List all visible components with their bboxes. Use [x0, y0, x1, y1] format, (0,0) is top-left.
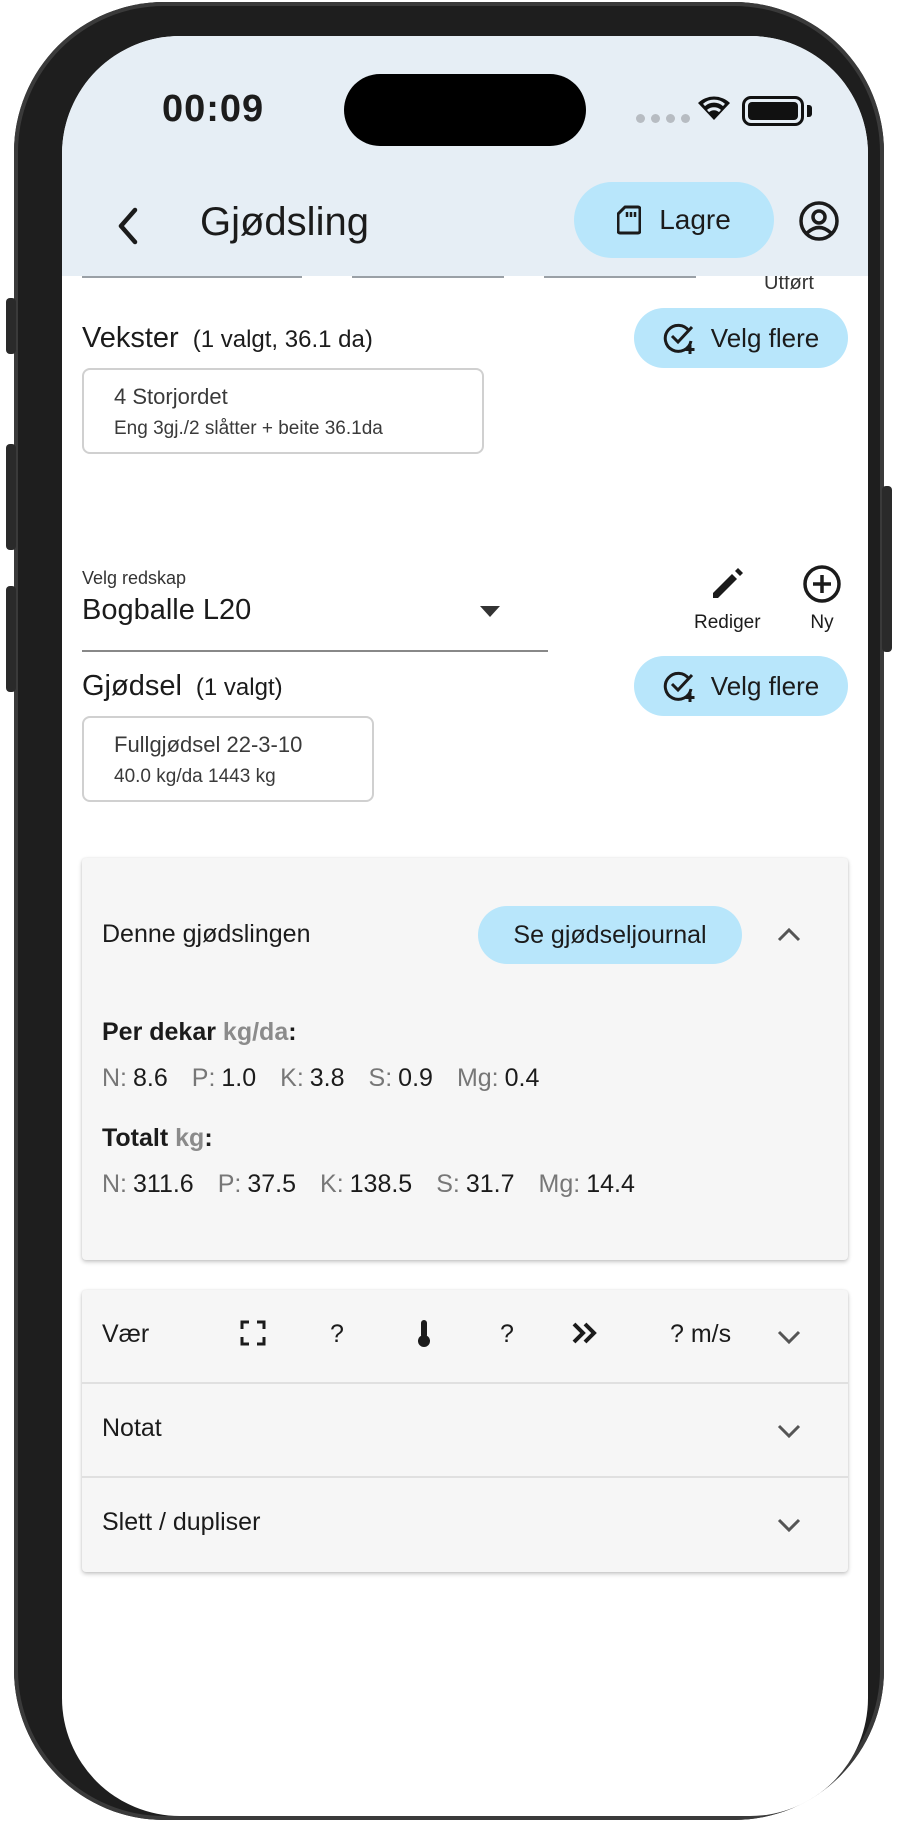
- pencil-icon: [713, 568, 744, 598]
- chevron-down-icon: [777, 1518, 801, 1533]
- gjodsel-chip-name: Fullgjødsel 22-3-10: [114, 732, 303, 757]
- gjodsel-subtitle: (1 valgt): [195, 674, 283, 701]
- nutrient-value: Mg: 0.4: [456, 1064, 540, 1092]
- nutrient-value: P: 1.0: [191, 1064, 257, 1092]
- vekster-chip-name: 4 Storjordet: [114, 384, 228, 409]
- dropdown-arrow-icon[interactable]: [480, 606, 500, 617]
- phone-frame: 00:09 Gjødsling Lagre Utført Vekster (1 …: [6, 2, 892, 1820]
- per-dekar-unit: kg/da: [222, 1018, 289, 1046]
- nutrient-value: Mg: 14.4: [538, 1170, 635, 1198]
- delete-duplicate-label: Slett / dupliser: [102, 1508, 261, 1536]
- save-label: Lagre: [659, 204, 731, 235]
- wifi-icon: [698, 96, 730, 120]
- silent-switch: [6, 298, 16, 354]
- save-button[interactable]: Lagre: [574, 182, 774, 258]
- nutrient-value: N: 311.6: [102, 1170, 194, 1198]
- per-dekar-colon: :: [288, 1018, 297, 1046]
- new-label: Ny: [810, 612, 834, 633]
- battery-cap: [807, 105, 812, 117]
- gjodsel-select-more-label: Velg flere: [710, 670, 820, 701]
- nutrient-value: P: 37.5: [217, 1170, 297, 1198]
- account-circle-icon[interactable]: [798, 200, 840, 242]
- collapse-button[interactable]: [774, 920, 804, 950]
- wind-speed-value: ? m/s: [670, 1320, 732, 1348]
- nutrient-value: N: 8.6: [102, 1064, 168, 1092]
- check-add-icon: [663, 671, 695, 702]
- delete-duplicate-row[interactable]: Slett / dupliser: [82, 1478, 848, 1572]
- partial-field-underline: [82, 276, 302, 278]
- expand-note-button[interactable]: [774, 1416, 804, 1446]
- new-redskap-button[interactable]: Ny: [802, 564, 842, 634]
- chevron-down-icon: [777, 1424, 801, 1439]
- volume-up-button: [6, 444, 16, 550]
- expand-delete-button[interactable]: [774, 1510, 804, 1540]
- vekster-chip-details: Eng 3gj./2 slåtter + beite 36.1da: [114, 418, 383, 439]
- weather-row[interactable]: Vær ? ? ? m/s: [82, 1290, 848, 1384]
- vekster-chip[interactable]: 4 Storjordet Eng 3gj./2 slåtter + beite …: [82, 368, 484, 454]
- screen: 00:09 Gjødsling Lagre Utført Vekster (1 …: [62, 36, 868, 1816]
- cloud-cover-icon: [240, 1320, 266, 1346]
- totalt-unit: kg: [175, 1124, 205, 1152]
- chevron-down-icon: [777, 1330, 801, 1345]
- gjodsel-select-more-button[interactable]: Velg flere: [634, 656, 848, 716]
- chevron-up-icon: [777, 927, 801, 942]
- check-add-icon: [663, 323, 695, 354]
- totalt-values: N: 311.6 P: 37.5 K: 138.5 S: 31.7 Mg: 14.4: [102, 1170, 635, 1199]
- power-button: [882, 486, 892, 652]
- vekster-select-more-button[interactable]: Velg flere: [634, 308, 848, 368]
- battery-icon: [742, 96, 804, 126]
- thermometer-icon: [418, 1320, 430, 1347]
- summary-title: Denne gjødslingen: [102, 920, 311, 948]
- back-button[interactable]: [98, 196, 158, 256]
- accordion-card: Vær ? ? ? m/s Notat Slett / dupliser: [82, 1290, 848, 1572]
- redskap-select[interactable]: Bogballe L20: [82, 594, 251, 627]
- wind-direction-icon: [572, 1322, 597, 1344]
- partial-field-label: Utført: [764, 276, 814, 294]
- totalt-label: Totalt: [102, 1124, 169, 1152]
- scroll-content[interactable]: Utført Vekster (1 valgt, 36.1 da) Velg fl…: [62, 276, 868, 1816]
- summary-card: Denne gjødslingen Se gjødseljournal Per …: [82, 858, 848, 1260]
- partial-field-underline: [544, 276, 696, 278]
- vekster-subtitle: (1 valgt, 36.1 da): [192, 326, 373, 353]
- dynamic-island: [344, 74, 586, 146]
- cellular-signal-icon: [636, 114, 690, 123]
- vekster-header: Vekster (1 valgt, 36.1 da): [82, 322, 373, 355]
- status-time: 00:09: [162, 88, 265, 130]
- edit-redskap-button[interactable]: Rediger: [694, 564, 761, 634]
- sd-card-icon: [617, 205, 642, 235]
- per-dekar-title: Per dekar kg/da:: [102, 1018, 297, 1047]
- journal-button[interactable]: Se gjødseljournal: [478, 906, 742, 964]
- nutrient-value: K: 3.8: [280, 1064, 345, 1092]
- vekster-select-more-label: Velg flere: [710, 322, 820, 353]
- per-dekar-label: Per dekar: [102, 1018, 216, 1046]
- cloud-value: ?: [330, 1320, 344, 1348]
- chevron-left-icon: [118, 207, 138, 245]
- gjodsel-title: Gjødsel: [82, 670, 182, 702]
- expand-weather-button[interactable]: [774, 1322, 804, 1352]
- add-circle-icon: [803, 565, 841, 603]
- partial-field-underline: [352, 276, 504, 278]
- temperature-value: ?: [500, 1320, 514, 1348]
- gjodsel-header: Gjødsel (1 valgt): [82, 670, 283, 703]
- vekster-title: Vekster: [82, 322, 179, 354]
- note-label: Notat: [102, 1414, 162, 1442]
- nutrient-value: S: 31.7: [436, 1170, 515, 1198]
- gjodsel-chip[interactable]: Fullgjødsel 22-3-10 40.0 kg/da 1443 kg: [82, 716, 374, 802]
- redskap-underline: [82, 650, 548, 652]
- totalt-title: Totalt kg:: [102, 1124, 213, 1153]
- redskap-label: Velg redskap: [82, 568, 187, 588]
- edit-label: Rediger: [694, 612, 761, 633]
- gjodsel-chip-details: 40.0 kg/da 1443 kg: [114, 766, 276, 787]
- per-dekar-values: N: 8.6 P: 1.0 K: 3.8 S: 0.9 Mg: 0.4: [102, 1064, 539, 1093]
- weather-label: Vær: [102, 1320, 150, 1348]
- volume-down-button: [6, 586, 16, 692]
- nutrient-value: S: 0.9: [368, 1064, 433, 1092]
- app-bar: 00:09 Gjødsling Lagre: [62, 36, 868, 276]
- note-row[interactable]: Notat: [82, 1384, 848, 1478]
- page-title: Gjødsling: [200, 200, 369, 244]
- nutrient-value: K: 138.5: [320, 1170, 413, 1198]
- totalt-colon: :: [204, 1124, 213, 1152]
